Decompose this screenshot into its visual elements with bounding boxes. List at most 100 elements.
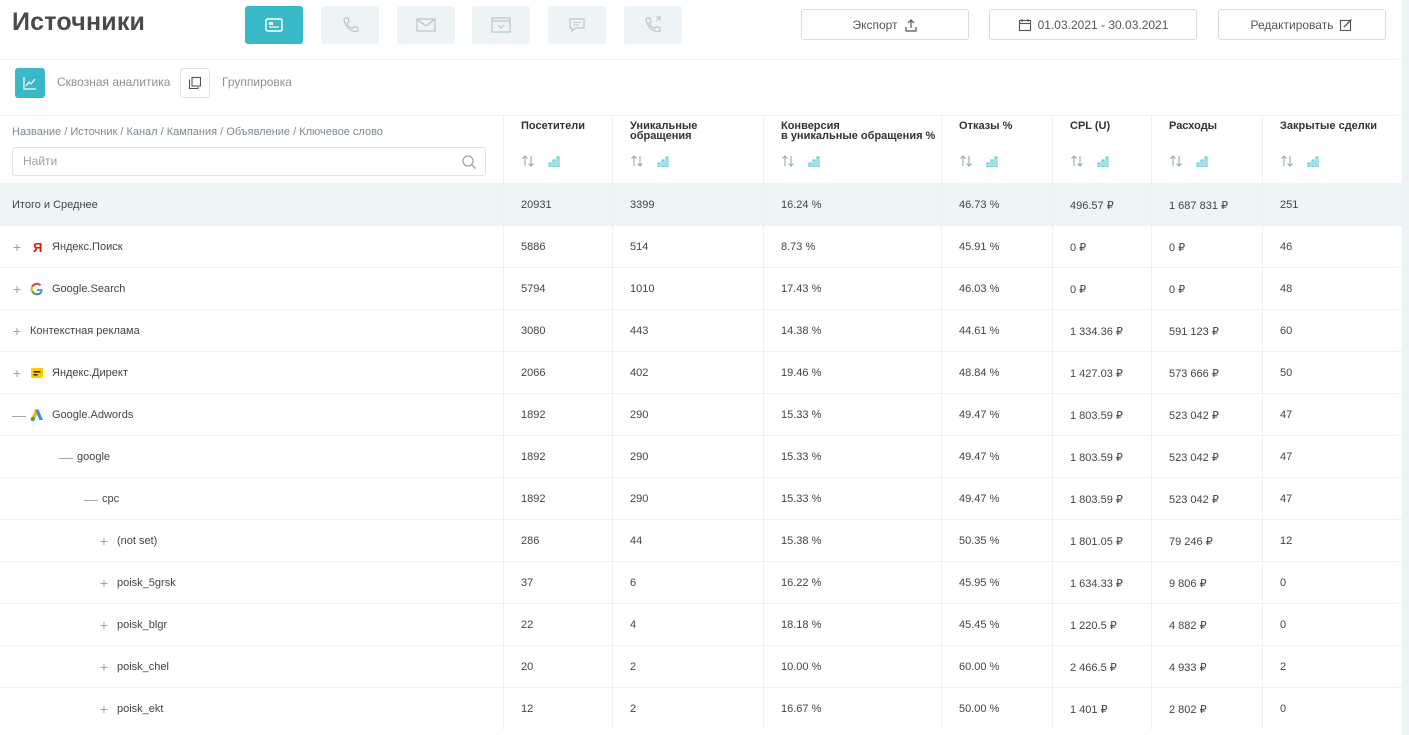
table-row[interactable]: — Google.Adwords 1892 290 15.33 % 49.47 % 1 80… xyxy=(0,393,1402,436)
source-name: + (not set) xyxy=(0,533,157,549)
all-sources-tab[interactable] xyxy=(245,6,303,44)
email-tab[interactable] xyxy=(397,6,455,44)
expand-toggle[interactable]: + xyxy=(99,533,109,549)
metric-cell: 0 ₽ xyxy=(1052,226,1151,268)
source-name-cell: + Контекстная реклама xyxy=(0,310,503,352)
metric-cell: 44.61 % xyxy=(941,310,1052,352)
source-name-cell: + Я Яндекс.Поиск xyxy=(0,226,503,268)
end-to-end-analytics-button[interactable] xyxy=(15,68,45,98)
table-row[interactable]: + (not set) 286 44 15.38 % 50.35 % 1 801.05 ₽7… xyxy=(0,519,1402,562)
scrollbar[interactable] xyxy=(1402,0,1409,735)
sort-icon[interactable] xyxy=(1070,155,1086,167)
forms-tab[interactable] xyxy=(472,6,530,44)
metric-cell: 4 xyxy=(612,604,763,646)
metric-cell: 14.38 % xyxy=(763,310,941,352)
column-header[interactable]: Закрытые сделки xyxy=(1262,116,1387,184)
expand-toggle[interactable]: + xyxy=(12,281,22,297)
bar-chart-icon[interactable] xyxy=(1195,155,1211,167)
source-name: Итого и Среднее xyxy=(0,199,98,211)
callback-tab[interactable] xyxy=(624,6,682,44)
calls-tab[interactable] xyxy=(321,6,379,44)
table-row[interactable]: + Контекстная реклама 3080 443 14.38 % 44.61 … xyxy=(0,309,1402,352)
collapse-toggle[interactable]: — xyxy=(59,449,73,465)
table-row[interactable]: — cpc 1892 290 15.33 % 49.47 % 1 803.59 ₽523 0… xyxy=(0,477,1402,520)
total-row[interactable]: Итого и Среднее 20931 3399 16.24 % 46.73 % 49… xyxy=(0,183,1402,226)
metric-cell: 60.00 % xyxy=(941,646,1052,688)
chat-tab[interactable] xyxy=(548,6,606,44)
bar-chart-icon[interactable] xyxy=(1306,155,1322,167)
expand-toggle[interactable]: + xyxy=(12,365,22,381)
metric-cell: 47 xyxy=(1262,478,1387,520)
column-tools xyxy=(781,155,823,167)
source-label: poisk_ekt xyxy=(117,703,164,715)
table-row[interactable]: + Яндекс.Директ 2066 402 19.46 % 48.84 % 1 427… xyxy=(0,351,1402,394)
search-field[interactable] xyxy=(12,147,486,176)
column-tools xyxy=(630,155,672,167)
table-row[interactable]: + poisk_blgr 22 4 18.18 % 45.45 % 1 220.5 ₽4 8… xyxy=(0,603,1402,646)
metric-cell: 45.45 % xyxy=(941,604,1052,646)
search-input[interactable] xyxy=(23,154,443,168)
source-name: + poisk_chel xyxy=(0,659,169,675)
bar-chart-icon[interactable] xyxy=(1096,155,1112,167)
table-row[interactable]: — google 1892 290 15.33 % 49.47 % 1 803.59 ₽52… xyxy=(0,435,1402,478)
metric-cell: 443 xyxy=(612,310,763,352)
metric-cell: 79 246 ₽ xyxy=(1151,520,1262,562)
sort-icon[interactable] xyxy=(781,155,797,167)
source-label: cpc xyxy=(102,493,120,505)
metric-cell: 0 xyxy=(1262,604,1387,646)
metric-cell: 1 803.59 ₽ xyxy=(1052,436,1151,478)
edit-button[interactable]: Редактировать xyxy=(1218,9,1386,40)
metric-cell: 15.33 % xyxy=(763,436,941,478)
column-tools xyxy=(1280,155,1322,167)
collapse-toggle[interactable]: — xyxy=(12,407,26,423)
table-row[interactable]: + poisk_ekt 12 2 16.67 % 50.00 % 1 401 ₽2 802 … xyxy=(0,687,1402,730)
bar-chart-icon[interactable] xyxy=(807,155,823,167)
metric-cell: 6 xyxy=(612,562,763,604)
metric-cell: 37 xyxy=(503,562,612,604)
table-row[interactable]: + Google.Search 5794 1010 17.43 % 46.03 % 0 ₽0… xyxy=(0,267,1402,310)
google-icon xyxy=(30,282,43,296)
expand-toggle[interactable]: + xyxy=(12,323,22,339)
metric-cell: 1 334.36 ₽ xyxy=(1052,310,1151,352)
table-row[interactable]: + poisk_chel 20 2 10.00 % 60.00 % 2 466.5 ₽4 9… xyxy=(0,645,1402,688)
sort-icon[interactable] xyxy=(630,155,646,167)
column-header[interactable]: Уникальные обращения xyxy=(612,116,763,184)
metric-cell: 12 xyxy=(1262,520,1387,562)
sort-icon[interactable] xyxy=(959,155,975,167)
metric-cell: 46.03 % xyxy=(941,268,1052,310)
source-name-cell: + (not set) xyxy=(0,520,503,562)
column-title: Закрытые сделки xyxy=(1280,120,1378,132)
phone-callback-icon xyxy=(645,16,661,33)
collapse-toggle[interactable]: — xyxy=(84,491,98,507)
sort-icon[interactable] xyxy=(1280,155,1296,167)
metric-cell: 1 220.5 ₽ xyxy=(1052,604,1151,646)
metric-cell: 46 xyxy=(1262,226,1387,268)
column-tools xyxy=(521,155,563,167)
column-header[interactable]: CPL (U) xyxy=(1052,116,1151,184)
column-header[interactable]: Расходы xyxy=(1151,116,1262,184)
column-header[interactable]: Отказы % xyxy=(941,116,1052,184)
sort-icon[interactable] xyxy=(521,155,537,167)
bar-chart-icon[interactable] xyxy=(656,155,672,167)
expand-toggle[interactable]: + xyxy=(99,659,109,675)
column-header[interactable]: Конверсия в уникальные обращения % xyxy=(763,116,941,184)
export-button[interactable]: Экспорт xyxy=(801,9,969,40)
metric-cell: 523 042 ₽ xyxy=(1151,394,1262,436)
metric-cell: 15.33 % xyxy=(763,478,941,520)
date-range-picker[interactable]: 01.03.2021 - 30.03.2021 xyxy=(989,9,1197,40)
metric-cell: 20 xyxy=(503,646,612,688)
bar-chart-icon[interactable] xyxy=(985,155,1001,167)
search-icon xyxy=(462,155,476,169)
table-row[interactable]: + Я Яндекс.Поиск 5886 514 8.73 % 45.91 % 0 ₽0 ₽… xyxy=(0,225,1402,268)
expand-toggle[interactable]: + xyxy=(99,617,109,633)
grouping-button[interactable] xyxy=(180,68,210,98)
expand-toggle[interactable]: + xyxy=(99,701,109,717)
column-header[interactable]: Посетители xyxy=(503,116,612,184)
metric-cell: 16.24 % xyxy=(763,184,941,226)
bar-chart-icon[interactable] xyxy=(547,155,563,167)
sort-icon[interactable] xyxy=(1169,155,1185,167)
expand-toggle[interactable]: + xyxy=(99,575,109,591)
expand-toggle[interactable]: + xyxy=(12,239,22,255)
metric-cell: 12 xyxy=(503,688,612,730)
table-row[interactable]: + poisk_5grsk 37 6 16.22 % 45.95 % 1 634.33 ₽9… xyxy=(0,561,1402,604)
